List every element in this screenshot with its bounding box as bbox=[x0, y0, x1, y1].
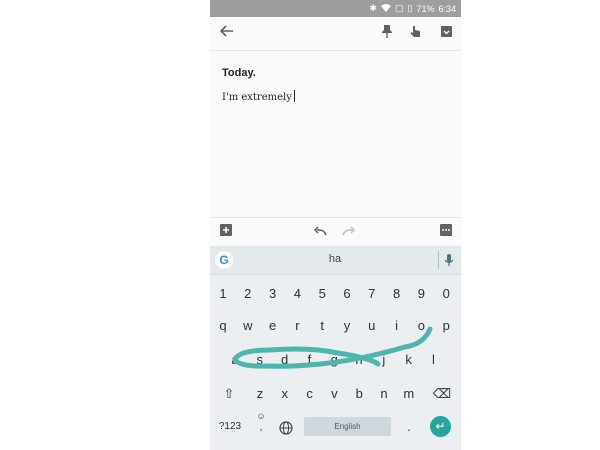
note-body[interactable]: I'm extremely bbox=[222, 90, 295, 103]
key-letter-middle-8[interactable]: l bbox=[423, 348, 443, 372]
key-letter-top-7[interactable]: i bbox=[387, 314, 407, 338]
battery-icon: ▯ bbox=[407, 3, 413, 13]
key-letter-middle-6[interactable]: j bbox=[374, 348, 394, 372]
clock: 6:34 bbox=[438, 3, 456, 14]
enter-key[interactable]: ↵ bbox=[430, 416, 451, 437]
status-bar: ✱ ▢ ▯ 71% 6:34 bbox=[210, 0, 461, 17]
key-letter-top-2[interactable]: e bbox=[263, 314, 283, 338]
note-toolbar bbox=[210, 17, 461, 51]
bluetooth-icon: ✱ bbox=[369, 3, 377, 13]
note-bottom-bar bbox=[210, 217, 461, 247]
key-letter-bottom-1[interactable]: x bbox=[275, 382, 295, 406]
key-letter-bottom-3[interactable]: v bbox=[324, 382, 344, 406]
suggestion-divider bbox=[438, 251, 439, 269]
key-number-1[interactable]: 2 bbox=[238, 282, 258, 306]
key-number-2[interactable]: 3 bbox=[263, 282, 283, 306]
period-key[interactable]: . bbox=[399, 415, 419, 439]
add-box-icon[interactable] bbox=[218, 224, 234, 240]
suggestion-strip: G ha bbox=[210, 246, 461, 275]
mic-icon[interactable] bbox=[443, 251, 455, 269]
note-body-text: I'm extremely bbox=[222, 92, 292, 103]
key-number-6[interactable]: 7 bbox=[362, 282, 382, 306]
key-letter-middle-7[interactable]: k bbox=[399, 348, 419, 372]
shift-key[interactable]: ⇧ bbox=[219, 382, 239, 406]
more-icon[interactable] bbox=[438, 224, 454, 240]
space-key[interactable]: English bbox=[304, 417, 391, 436]
key-letter-top-3[interactable]: r bbox=[287, 314, 307, 338]
key-letter-top-8[interactable]: o bbox=[411, 314, 431, 338]
key-letter-middle-0[interactable]: a bbox=[225, 348, 245, 372]
pin-icon[interactable] bbox=[378, 24, 396, 42]
redo-icon[interactable] bbox=[341, 224, 357, 240]
arrow-back-icon[interactable] bbox=[218, 24, 236, 42]
key-letter-middle-2[interactable]: d bbox=[275, 348, 295, 372]
symbols-key[interactable]: ?123 bbox=[216, 415, 244, 439]
suggestion-word[interactable]: ha bbox=[310, 253, 360, 265]
globe-key[interactable] bbox=[276, 415, 296, 439]
note-title[interactable]: Today. bbox=[222, 67, 256, 79]
key-letter-bottom-4[interactable]: b bbox=[349, 382, 369, 406]
key-letter-top-0[interactable]: q bbox=[213, 314, 233, 338]
keyboard: G ha 1234567890 qwertyuiop asdfghjkl ⇧ ⌫… bbox=[210, 246, 461, 450]
note-editor[interactable]: Today. I'm extremely bbox=[210, 51, 461, 217]
key-letter-middle-1[interactable]: s bbox=[250, 348, 270, 372]
comma-key[interactable]: , bbox=[251, 421, 271, 435]
key-letter-top-9[interactable]: p bbox=[436, 314, 456, 338]
key-letter-bottom-6[interactable]: m bbox=[399, 382, 419, 406]
wifi-icon bbox=[380, 3, 391, 14]
key-number-5[interactable]: 6 bbox=[337, 282, 357, 306]
battery-percent: 71% bbox=[416, 3, 435, 14]
key-letter-middle-3[interactable]: f bbox=[299, 348, 319, 372]
key-letter-top-4[interactable]: t bbox=[312, 314, 332, 338]
touch-reminder-icon[interactable] bbox=[406, 24, 424, 42]
phone-screen: ✱ ▢ ▯ 71% 6:34 Today. I'm extremely G ha… bbox=[210, 0, 461, 450]
key-row-bottom: ⇧ ⌫ zxcvbnm bbox=[210, 382, 461, 406]
key-number-3[interactable]: 4 bbox=[287, 282, 307, 306]
google-search-button[interactable]: G bbox=[215, 251, 233, 269]
key-letter-middle-5[interactable]: h bbox=[349, 348, 369, 372]
backspace-key[interactable]: ⌫ bbox=[432, 382, 452, 406]
signal-off-icon: ▢ bbox=[394, 3, 404, 13]
text-cursor bbox=[293, 90, 295, 102]
key-number-7[interactable]: 8 bbox=[387, 282, 407, 306]
key-number-0[interactable]: 1 bbox=[213, 282, 233, 306]
key-letter-bottom-0[interactable]: z bbox=[250, 382, 270, 406]
key-letter-middle-4[interactable]: g bbox=[324, 348, 344, 372]
undo-icon[interactable] bbox=[312, 224, 328, 240]
key-number-9[interactable]: 0 bbox=[436, 282, 456, 306]
key-number-4[interactable]: 5 bbox=[312, 282, 332, 306]
key-letter-top-1[interactable]: w bbox=[238, 314, 258, 338]
key-letter-bottom-2[interactable]: c bbox=[300, 382, 320, 406]
key-row-top: qwertyuiop bbox=[210, 314, 461, 338]
archive-icon[interactable] bbox=[437, 24, 455, 42]
key-letter-top-5[interactable]: y bbox=[337, 314, 357, 338]
key-row-numbers: 1234567890 bbox=[210, 282, 461, 306]
key-row-middle: asdfghjkl bbox=[210, 348, 461, 372]
key-number-8[interactable]: 9 bbox=[411, 282, 431, 306]
key-letter-top-6[interactable]: u bbox=[362, 314, 382, 338]
key-letter-bottom-5[interactable]: n bbox=[374, 382, 394, 406]
